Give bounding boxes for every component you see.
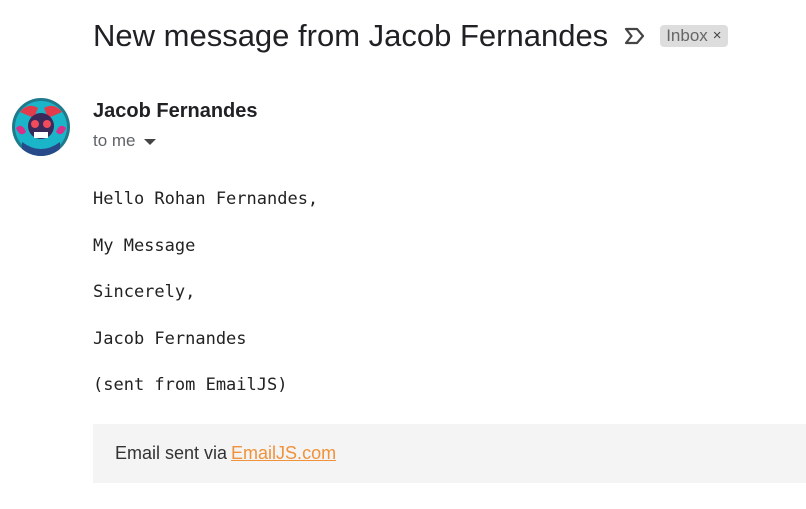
sender-name: Jacob Fernandes: [93, 100, 258, 122]
body-line: My Message: [93, 235, 196, 256]
caret-down-icon[interactable]: [143, 139, 156, 145]
email-body: Hello Rohan Fernandes, My Message Sincer…: [93, 189, 318, 422]
remove-label-icon[interactable]: ×: [713, 27, 722, 45]
body-line: Sincerely,: [93, 282, 196, 302]
important-marker-icon[interactable]: [622, 24, 646, 48]
recipient-text: to me: [93, 131, 136, 150]
email-footer: Email sent via EmailJS.com: [93, 424, 806, 483]
sender-avatar[interactable]: [12, 98, 70, 156]
body-line: Jacob Fernandes: [93, 328, 247, 349]
recipient-details-toggle[interactable]: to me: [93, 131, 156, 151]
email-view: New message from Jacob Fernandes Inbox ×…: [0, 0, 806, 509]
email-subject: New message from Jacob Fernandes: [93, 18, 609, 53]
footer-prefix: Email sent via: [115, 443, 228, 463]
label-chip-text: Inbox: [666, 25, 708, 45]
inbox-label-chip[interactable]: Inbox ×: [660, 25, 728, 47]
subject-row: New message from Jacob Fernandes Inbox ×: [93, 18, 728, 54]
emailjs-link[interactable]: EmailJS.com: [231, 443, 336, 464]
body-line: (sent from EmailJS): [93, 375, 288, 395]
body-line: Hello Rohan Fernandes,: [93, 189, 319, 209]
